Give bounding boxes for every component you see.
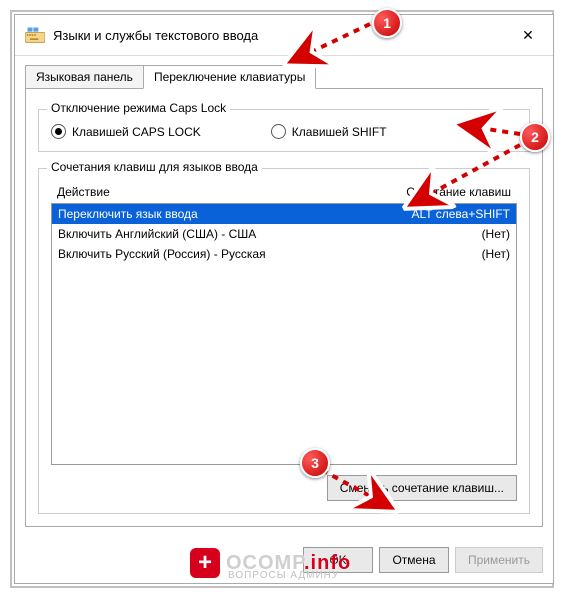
group-capslock-legend: Отключение режима Caps Lock — [47, 101, 230, 115]
list-row[interactable]: Переключить язык ввода ALT слева+SHIFT — [52, 204, 516, 224]
apply-button[interactable]: Применить — [455, 547, 543, 573]
group-hotkeys: Сочетания клавиш для языков ввода Действ… — [38, 168, 530, 514]
radio-shift-label: Клавишей SHIFT — [292, 125, 387, 139]
radio-shift[interactable]: Клавишей SHIFT — [271, 124, 387, 139]
change-hotkey-label: Сменить сочетание клавиш... — [340, 481, 504, 495]
watermark: + OCOMP.info ВОПРОСЫ АДМИНУ — [190, 548, 351, 578]
list-row[interactable]: Включить Английский (США) - США (Нет) — [52, 224, 516, 244]
callout-3: 3 — [300, 448, 330, 478]
callout-2-label: 2 — [531, 129, 539, 145]
radio-capslock-indicator — [51, 124, 66, 139]
tab-language-bar-label: Языковая панель — [36, 70, 133, 84]
callout-1-label: 1 — [383, 15, 391, 31]
tab-keyboard-switch-label: Переключение клавиатуры — [154, 70, 305, 84]
tab-language-bar[interactable]: Языковая панель — [25, 65, 144, 89]
list-row[interactable]: Включить Русский (Россия) - Русская (Нет… — [52, 244, 516, 264]
tab-panel-keyboard-switch: Отключение режима Caps Lock Клавишей CAP… — [25, 88, 543, 527]
list-cell-action: Включить Русский (Россия) - Русская — [58, 247, 360, 261]
plus-icon: + — [190, 548, 220, 578]
dialog-languages-services: Языки и службы текстового ввода ✕ Языков… — [14, 14, 554, 584]
change-hotkey-button[interactable]: Сменить сочетание клавиш... — [327, 475, 517, 501]
callout-3-label: 3 — [311, 455, 319, 471]
list-cell-action: Переключить язык ввода — [58, 207, 360, 221]
callout-1: 1 — [372, 8, 402, 38]
callout-2: 2 — [520, 122, 550, 152]
close-button[interactable]: ✕ — [513, 23, 543, 47]
radio-shift-indicator — [271, 124, 286, 139]
cancel-label: Отмена — [392, 553, 435, 567]
titlebar: Языки и службы текстового ввода ✕ — [15, 15, 553, 56]
group-hotkeys-legend: Сочетания клавиш для языков ввода — [47, 160, 262, 174]
col-header-combo: Сочетание клавиш — [361, 185, 511, 199]
list-header: Действие Сочетание клавиш — [51, 179, 517, 203]
watermark-sub: ВОПРОСЫ АДМИНУ — [228, 570, 339, 581]
keyboard-icon — [25, 27, 45, 43]
list-cell-combo: (Нет) — [360, 227, 510, 241]
hotkeys-listbox[interactable]: Переключить язык ввода ALT слева+SHIFT В… — [51, 203, 517, 465]
tab-keyboard-switch[interactable]: Переключение клавиатуры — [143, 65, 316, 89]
cancel-button[interactable]: Отмена — [379, 547, 449, 573]
tab-strip: Языковая панель Переключение клавиатуры — [25, 64, 543, 88]
dialog-title: Языки и службы текстового ввода — [53, 28, 513, 43]
radio-capslock[interactable]: Клавишей CAPS LOCK — [51, 124, 201, 139]
list-cell-action: Включить Английский (США) - США — [58, 227, 360, 241]
list-cell-combo: (Нет) — [360, 247, 510, 261]
apply-label: Применить — [468, 553, 530, 567]
list-cell-combo: ALT слева+SHIFT — [360, 207, 510, 221]
group-capslock-off: Отключение режима Caps Lock Клавишей CAP… — [38, 109, 530, 152]
col-header-action: Действие — [57, 185, 361, 199]
radio-capslock-label: Клавишей CAPS LOCK — [72, 125, 201, 139]
close-icon: ✕ — [522, 27, 534, 44]
